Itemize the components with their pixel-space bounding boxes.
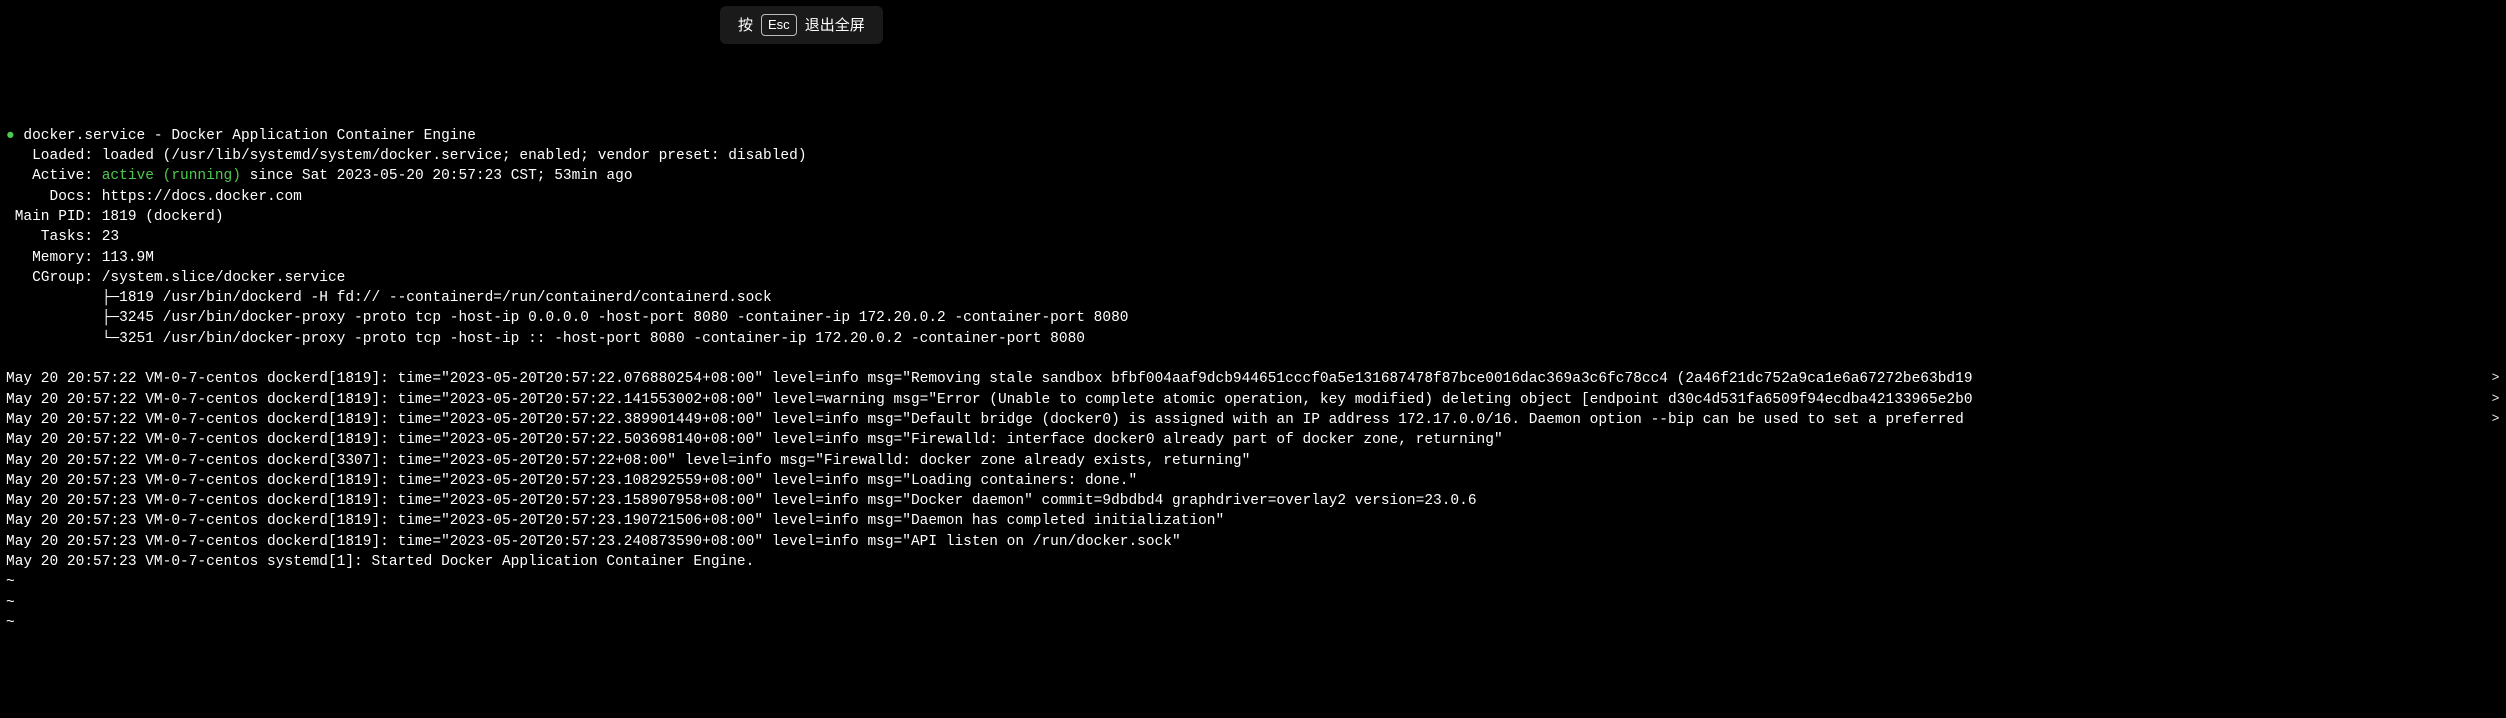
service-description: Docker Application Container Engine	[171, 128, 476, 144]
cgroup-process: ├─3245 /usr/bin/docker-proxy -proto tcp …	[6, 310, 1128, 326]
empty-line-tilde: ~	[6, 615, 15, 631]
docs-url: https://docs.docker.com	[102, 189, 302, 205]
log-line: May 20 20:57:22 VM-0-7-centos dockerd[18…	[6, 410, 2500, 430]
memory-label: Memory:	[6, 250, 102, 266]
tasks-value: 23	[102, 229, 119, 245]
docs-label: Docs:	[6, 189, 102, 205]
tasks-label: Tasks:	[6, 229, 102, 245]
service-name: docker.service	[23, 128, 145, 144]
cgroup-process: ├─1819 /usr/bin/dockerd -H fd:// --conta…	[6, 290, 772, 306]
terminal-output: ● docker.service - Docker Application Co…	[6, 128, 2500, 631]
status-bullet-icon: ●	[6, 128, 15, 144]
empty-line-tilde: ~	[6, 574, 15, 590]
press-label: 按	[738, 15, 753, 36]
scroll-right-icon[interactable]: >	[2491, 390, 2500, 410]
log-line: May 20 20:57:22 VM-0-7-centos dockerd[33…	[6, 451, 2500, 471]
log-line: May 20 20:57:23 VM-0-7-centos dockerd[18…	[6, 491, 2500, 511]
scroll-right-icon[interactable]: >	[2491, 369, 2500, 389]
mainpid-value: 1819 (dockerd)	[102, 209, 224, 225]
log-line: May 20 20:57:22 VM-0-7-centos dockerd[18…	[6, 430, 2500, 450]
mainpid-label: Main PID:	[6, 209, 102, 225]
active-label: Active:	[6, 168, 102, 184]
loaded-value: loaded (/usr/lib/systemd/system/docker.s…	[102, 148, 807, 164]
log-line: May 20 20:57:23 VM-0-7-centos dockerd[18…	[6, 532, 2500, 552]
log-line: May 20 20:57:23 VM-0-7-centos dockerd[18…	[6, 471, 2500, 491]
log-line: May 20 20:57:23 VM-0-7-centos systemd[1]…	[6, 552, 2500, 572]
loaded-label: Loaded:	[6, 148, 102, 164]
memory-value: 113.9M	[102, 250, 154, 266]
log-line: May 20 20:57:23 VM-0-7-centos dockerd[18…	[6, 511, 2500, 531]
log-line: May 20 20:57:22 VM-0-7-centos dockerd[18…	[6, 390, 2500, 410]
cgroup-label: CGroup:	[6, 270, 102, 286]
esc-key-icon: Esc	[761, 14, 797, 36]
scroll-right-icon[interactable]: >	[2491, 410, 2500, 430]
active-since: since Sat 2023-05-20 20:57:23 CST; 53min…	[241, 168, 633, 184]
empty-line-tilde: ~	[6, 595, 15, 611]
exit-fullscreen-hint: 按 Esc 退出全屏	[720, 6, 883, 44]
cgroup-path: /system.slice/docker.service	[102, 270, 346, 286]
exit-fullscreen-label: 退出全屏	[805, 15, 865, 36]
log-line: May 20 20:57:22 VM-0-7-centos dockerd[18…	[6, 369, 2500, 389]
active-state: active (running)	[102, 168, 241, 184]
cgroup-process: └─3251 /usr/bin/docker-proxy -proto tcp …	[6, 331, 1085, 347]
